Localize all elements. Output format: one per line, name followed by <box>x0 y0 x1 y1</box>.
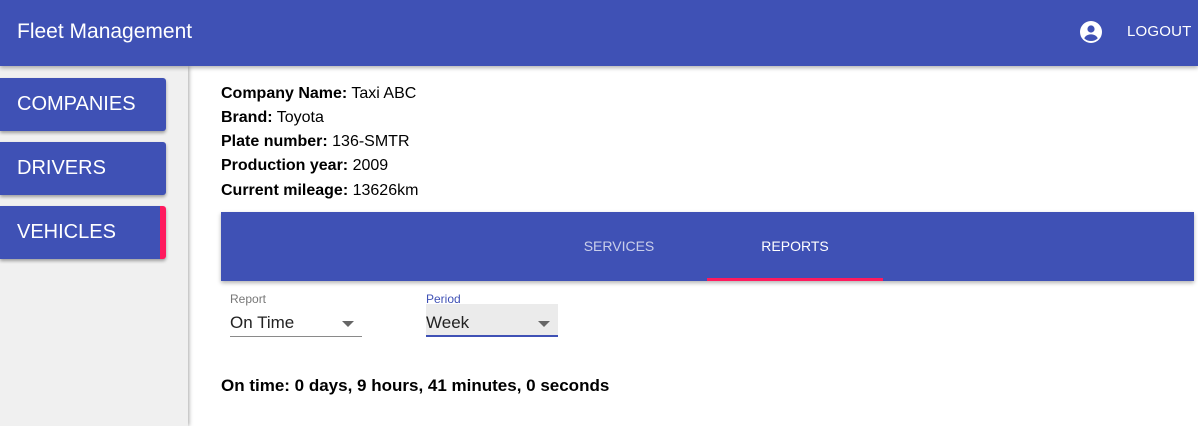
current-mileage-label: Current mileage: <box>221 182 349 199</box>
current-mileage-value: 13626km <box>352 182 419 199</box>
company-name-value: Taxi ABC <box>351 85 417 102</box>
app-title: Fleet Management <box>17 20 193 43</box>
sidebar-item-vehicles[interactable]: VEHICLES <box>0 206 166 259</box>
report-select-value: On Time <box>230 313 295 332</box>
chevron-down-icon <box>538 321 550 327</box>
sidebar-item-companies[interactable]: COMPANIES <box>0 78 166 131</box>
report-select[interactable]: On Time <box>230 304 362 337</box>
brand-value: Toyota <box>276 109 324 126</box>
tab-services[interactable]: SERVICES <box>531 212 707 281</box>
app-bar: Fleet Management LOGOUT <box>0 0 1198 66</box>
brand-row: Brand: Toyota <box>221 109 324 127</box>
on-time-result: On time: 0 days, 9 hours, 41 minutes, 0 … <box>221 376 610 395</box>
production-year-row: Production year: 2009 <box>221 157 388 175</box>
report-field: Report On Time <box>230 292 362 344</box>
chevron-down-icon <box>342 321 354 327</box>
brand-label: Brand: <box>221 109 273 126</box>
plate-number-label: Plate number: <box>221 133 328 150</box>
sidebar: COMPANIES DRIVERS VEHICLES <box>0 66 188 426</box>
logout-button[interactable]: LOGOUT <box>1127 23 1192 40</box>
current-mileage-row: Current mileage: 13626km <box>221 182 418 200</box>
account-circle-icon[interactable] <box>1079 20 1103 44</box>
company-name-row: Company Name: Taxi ABC <box>221 85 416 103</box>
plate-number-value: 136-SMTR <box>332 133 410 150</box>
tab-bar: SERVICES REPORTS <box>221 212 1194 281</box>
plate-number-row: Plate number: 136-SMTR <box>221 133 410 151</box>
period-select[interactable]: Week <box>426 304 558 337</box>
production-year-label: Production year: <box>221 157 349 174</box>
tab-reports[interactable]: REPORTS <box>707 212 883 281</box>
period-field: Period Week <box>426 292 558 344</box>
sidebar-item-drivers[interactable]: DRIVERS <box>0 142 166 195</box>
production-year-value: 2009 <box>352 157 389 174</box>
tab-indicator <box>707 278 883 281</box>
company-name-label: Company Name: <box>221 85 348 102</box>
period-select-value: Week <box>426 313 470 332</box>
